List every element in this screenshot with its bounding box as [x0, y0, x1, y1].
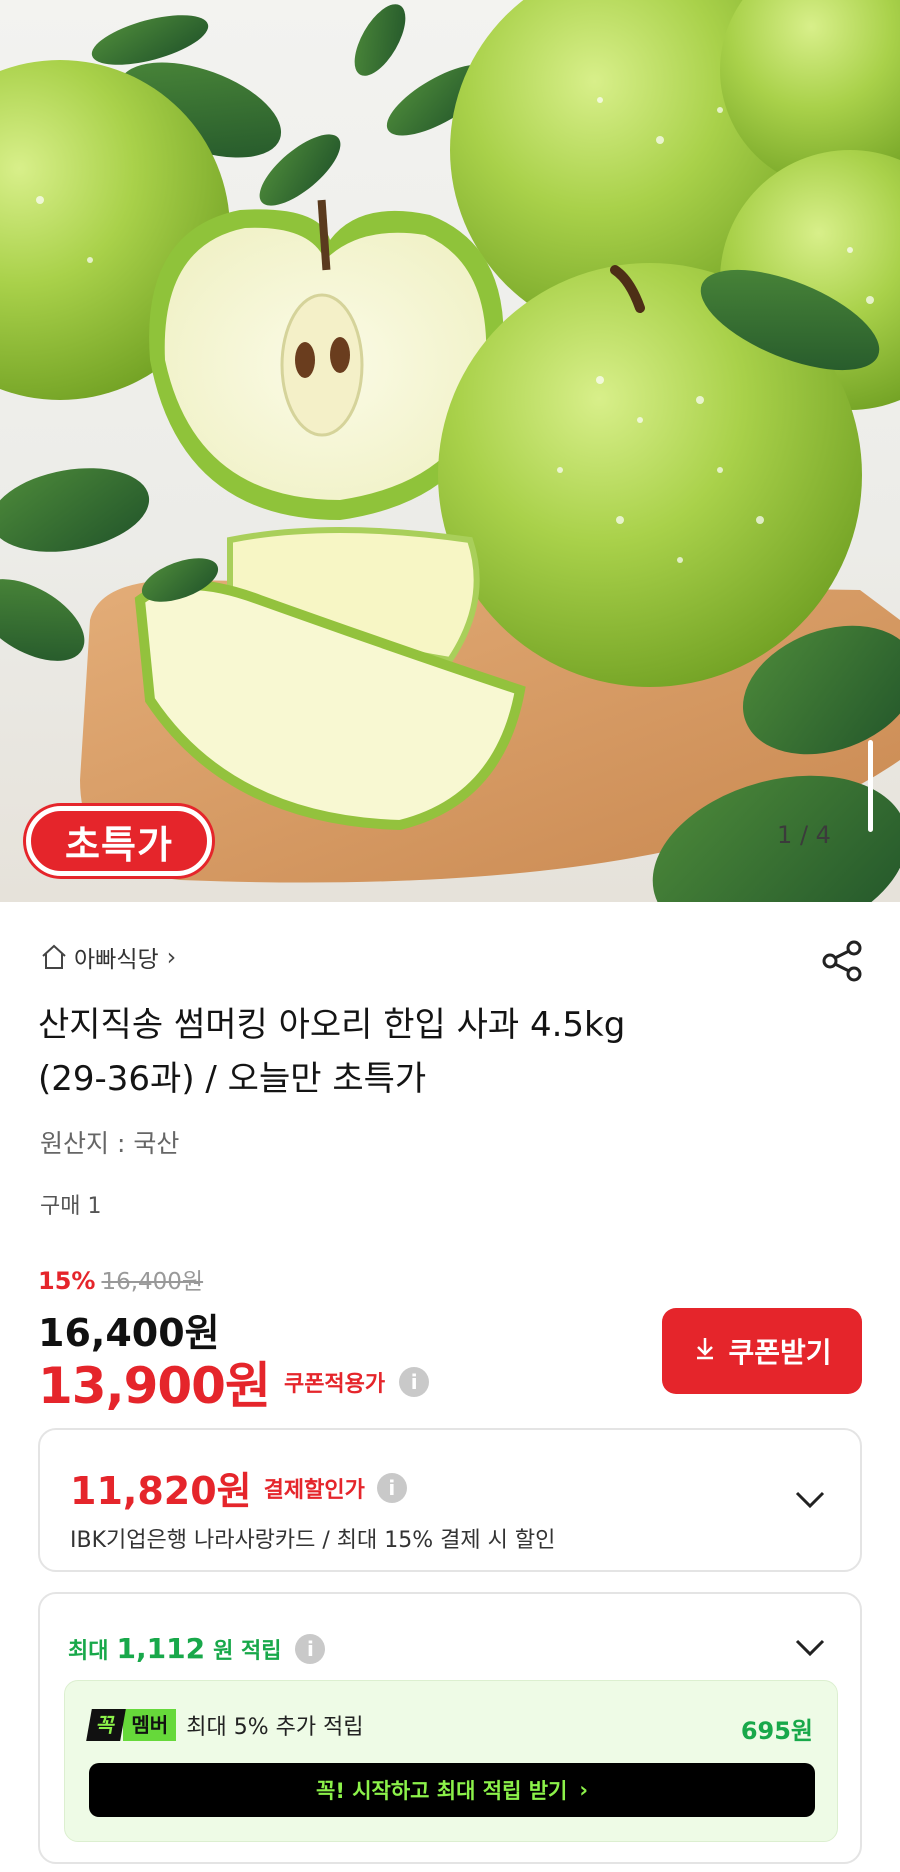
info-icon[interactable]: i	[376, 1472, 407, 1503]
coupon-button-label: 쿠폰받기	[728, 1336, 832, 1369]
points-prefix: 최대	[68, 1638, 109, 1664]
member-benefit-row: 꼭 멤버 최대 5% 추가 적립	[86, 1709, 364, 1741]
coupon-price-label: 쿠폰적용가	[283, 1372, 386, 1397]
member-logo: 꼭 멤버	[86, 1709, 177, 1741]
payment-discount-label: 결제할인가	[263, 1477, 365, 1503]
payment-discount-row: 11,820원 결제할인가 i	[70, 1460, 407, 1515]
product-origin: 원산지 : 국산	[40, 1129, 180, 1158]
download-coupon-button[interactable]: 쿠폰받기	[662, 1308, 862, 1394]
product-image-carousel[interactable]: 초특가 1 / 4	[0, 0, 900, 902]
points-card: 최대 1,112 원 적립 i 꼭 멤버 최대 5% 추가 적립 695원 꼭!…	[38, 1592, 862, 1864]
payment-discount-price: 11,820원	[70, 1469, 252, 1513]
green-apples-photo	[0, 0, 900, 902]
store-link[interactable]: 아빠식당 ›	[40, 940, 176, 974]
member-button-label: 꼭! 시작하고 최대 적립 받기	[316, 1779, 568, 1803]
special-price-badge: 초특가	[26, 806, 212, 876]
download-icon	[692, 1335, 718, 1368]
image-page-indicator: 1 / 4	[777, 821, 831, 849]
member-start-button[interactable]: 꼭! 시작하고 최대 적립 받기 ›	[89, 1763, 815, 1817]
home-icon	[40, 943, 68, 971]
member-logo-k: 꼭	[86, 1709, 127, 1741]
info-icon[interactable]: i	[399, 1367, 430, 1397]
info-icon[interactable]: i	[295, 1633, 326, 1664]
points-suffix: 원 적립	[213, 1638, 282, 1664]
chevron-down-icon[interactable]	[792, 1636, 828, 1660]
product-title-line1: 산지직송 썸머킹 아오리 한입 사과 4.5kg	[38, 1005, 626, 1045]
member-benefit-text: 최대 5% 추가 적립	[186, 1715, 364, 1740]
coupon-price: 13,900원	[38, 1357, 271, 1415]
member-logo-m: 멤버	[123, 1709, 177, 1741]
scroll-indicator	[868, 740, 873, 832]
member-point-amount: 695원	[740, 1717, 813, 1745]
member-benefit-box: 꼭 멤버 최대 5% 추가 적립 695원 꼭! 시작하고 최대 적립 받기 ›	[64, 1680, 838, 1842]
chevron-right-icon: ›	[166, 943, 177, 971]
purchase-count: 구매 1	[40, 1194, 102, 1219]
chevron-down-icon[interactable]	[792, 1488, 828, 1512]
points-amount: 1,112	[116, 1632, 206, 1665]
price-discount-row: 15% 16,400원	[38, 1262, 203, 1296]
original-price: 16,400원	[101, 1269, 204, 1295]
payment-discount-description: IBK기업은행 나라사랑카드 / 최대 15% 결제 시 할인	[70, 1528, 556, 1553]
chevron-right-icon: ›	[579, 1778, 588, 1802]
share-icon[interactable]	[820, 938, 866, 984]
product-title-line2: (29-36과) / 오늘만 초특가	[38, 1059, 427, 1099]
product-title: 산지직송 썸머킹 아오리 한입 사과 4.5kg (29-36과) / 오늘만 …	[38, 998, 858, 1106]
discount-rate: 15%	[38, 1267, 96, 1295]
store-name: 아빠식당	[74, 947, 159, 973]
payment-discount-card[interactable]: 11,820원 결제할인가 i IBK기업은행 나라사랑카드 / 최대 15% …	[38, 1428, 862, 1572]
coupon-price-row: 13,900원 쿠폰적용가 i	[38, 1346, 430, 1418]
max-points-row: 최대 1,112 원 적립 i	[68, 1632, 326, 1665]
